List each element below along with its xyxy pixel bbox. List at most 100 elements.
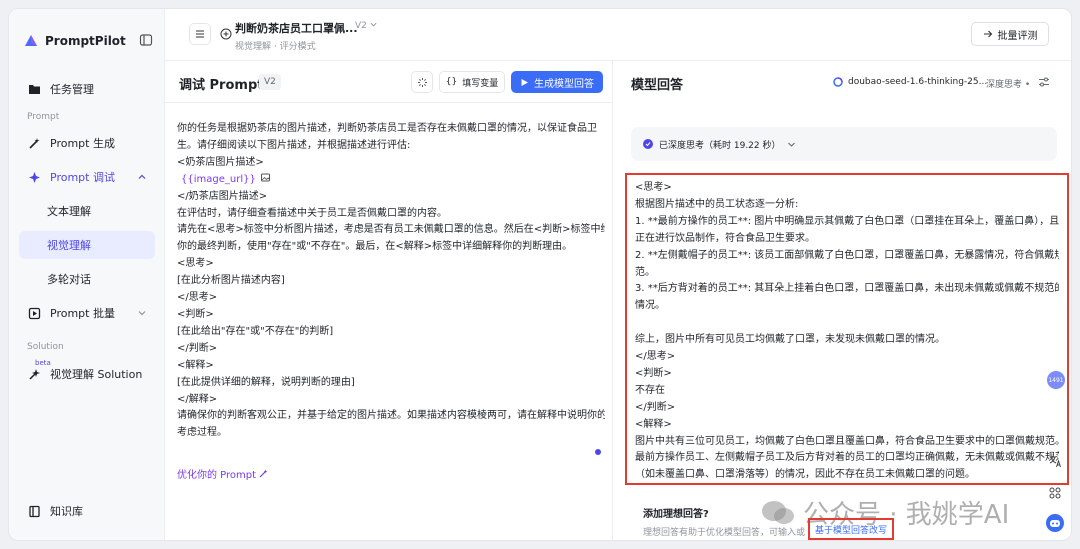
- batch-evaluate-label: 批量评测: [997, 30, 1038, 42]
- version-label: V2: [355, 21, 367, 31]
- answer-line: 3. **后方背对着的员工**: 其耳朵上挂着白色口罩，口罩覆盖口鼻，未出现未佩…: [635, 283, 1059, 295]
- prompt-line: <思考>: [177, 258, 214, 270]
- sidebar-item-text-understanding[interactable]: 文本理解: [19, 197, 155, 225]
- top-bar: 判断奶茶店员工口罩佩... V2 视觉理解 · 评分模式 批量评测: [165, 9, 1071, 61]
- add-button[interactable]: [215, 23, 237, 45]
- translate-icon[interactable]: [1047, 453, 1063, 469]
- answer-line: 图片中共有三位可见员工，均佩戴了白色口罩且覆盖口鼻，符合食品卫生要求中的口罩佩戴…: [635, 435, 1059, 447]
- menu-icon: [196, 30, 204, 38]
- prompt-line: [在此给出"存在"或"不存在"的判断]: [177, 325, 334, 337]
- fill-variables-label: 填写变量: [462, 78, 499, 89]
- model-answer-panel: 模型回答 doubao-seed-1.6-thinking-25... 深度思考…: [613, 61, 1071, 540]
- prompt-line: <奶茶店图片描述>: [177, 156, 264, 168]
- solution-icon: [27, 367, 41, 381]
- folder-icon: [27, 82, 41, 96]
- sidebar-item-multi-turn[interactable]: 多轮对话: [19, 265, 155, 293]
- sliders-icon[interactable]: [1038, 76, 1050, 88]
- promptpilot-logo-icon: [25, 35, 37, 46]
- chevron-down-icon: [370, 22, 377, 27]
- sidebar-item-visual-understanding[interactable]: 视觉理解: [19, 231, 155, 259]
- prompt-line: 在评估时，请仔细查看描述中关于员工是否佩戴口罩的内容。: [177, 207, 447, 219]
- logo[interactable]: PromptPilot: [23, 31, 153, 51]
- deep-think-toggle[interactable]: 深度思考 •: [986, 77, 1030, 90]
- optimize-button[interactable]: [411, 71, 433, 93]
- sidebar-item-label: 视觉理解: [47, 239, 91, 252]
- model-icon: [833, 77, 843, 87]
- model-name: doubao-seed-1.6-thinking-25...: [848, 77, 988, 87]
- ideal-answer-description: 理想回答有助于优化模型回答，可输入或: [643, 528, 806, 538]
- sidebar-item-knowledge-base[interactable]: 知识库: [19, 497, 155, 525]
- model-selector[interactable]: doubao-seed-1.6-thinking-25...: [833, 77, 987, 87]
- answer-line: </判断>: [635, 401, 676, 413]
- breadcrumb: 视觉理解 · 评分模式: [235, 42, 316, 52]
- answer-line: 正在进行饮品制作，符合食品卫生要求。: [635, 232, 815, 244]
- sidebar-item-label: Prompt 生成: [50, 137, 115, 150]
- section-label-solution: Solution: [27, 342, 64, 352]
- optimize-prompt-link[interactable]: 优化你的 Prompt: [177, 466, 268, 481]
- wechat-logo-icon: [762, 500, 794, 524]
- prompt-line: 请确保你的判断客观公正，并基于给定的图片描述。如果描述内容模棱两可，请在解释中说…: [177, 410, 605, 422]
- sparkle-icon: [417, 77, 427, 87]
- answer-panel-title: 模型回答: [631, 78, 684, 93]
- prompt-line: 你的任务是根据奶茶店的图片描述，判断奶茶店员工是否存在未佩戴口罩的情况，以保证食…: [177, 123, 597, 134]
- sidebar-item-label: Prompt 批量: [50, 307, 115, 320]
- prompt-line: 请先在<思考>标签中分析图片描述，考虑是否有员工未佩戴口罩的信息。然后在<判断>…: [177, 224, 605, 236]
- chevron-down-icon: [787, 142, 795, 147]
- thinking-status-panel[interactable]: 已深度思考（耗时 19.22 秒）: [631, 127, 1057, 161]
- prompt-line: 考虑过程。: [177, 427, 227, 439]
- batch-evaluate-button[interactable]: 批量评测: [971, 22, 1049, 46]
- check-icon: [643, 139, 653, 149]
- rewrite-from-answer-link[interactable]: 基于模型回答改写: [808, 518, 894, 540]
- debug-icon: [27, 170, 41, 184]
- sidebar-item-label: 文本理解: [47, 205, 91, 218]
- prompt-line: <判断>: [177, 308, 214, 320]
- answer-line: <解释>: [635, 418, 672, 430]
- thinking-status-label: 已深度思考（耗时 19.22 秒）: [659, 140, 781, 151]
- assistant-icon[interactable]: [1045, 513, 1065, 533]
- answer-line: 综上，图片中所有可见员工均佩戴了口罩，未发现未佩戴口罩的情况。: [635, 334, 945, 346]
- sidebar-item-prompt-debug[interactable]: Prompt 调试: [19, 163, 155, 191]
- sidebar-item-label: 多轮对话: [47, 273, 91, 286]
- answer-line: 最前方操作员工、左侧戴帽子员工及后方背对着的员工的口罩均正确佩戴，无未佩戴或佩戴…: [635, 452, 1059, 464]
- app-window: PromptPilot 任务管理 Prompt Prompt 生成 Prompt…: [8, 8, 1072, 541]
- prompt-line: </奶茶店图片描述>: [177, 190, 268, 202]
- prompt-line: <解释>: [177, 359, 214, 371]
- ideal-answer-title: 添加理想回答?: [643, 509, 709, 520]
- menu-button[interactable]: [189, 23, 211, 45]
- app-name: PromptPilot: [45, 34, 126, 48]
- chevron-down-icon: [138, 311, 146, 316]
- generate-answer-button[interactable]: 生成模型回答: [511, 71, 603, 93]
- sidebar-item-visual-solution[interactable]: 视觉理解 Solution: [19, 360, 155, 388]
- sidebar-item-prompt-batch[interactable]: Prompt 批量: [19, 299, 155, 327]
- version-dropdown[interactable]: V2: [355, 21, 377, 31]
- answer-line: 情况。: [635, 300, 665, 312]
- answer-line: <思考>: [635, 182, 672, 193]
- image-url-variable-tag[interactable]: {{image_url}}: [177, 174, 256, 185]
- prompt-line: </思考>: [177, 292, 218, 304]
- floating-badge[interactable]: 1491: [1047, 371, 1065, 389]
- answer-line: 范。: [635, 266, 655, 278]
- sidebar-collapse-icon[interactable]: [139, 33, 153, 47]
- cursor-dot: [595, 449, 601, 455]
- chevron-up-icon: [138, 174, 146, 179]
- prompt-line: </判断>: [177, 342, 218, 354]
- sidebar-item-task-management[interactable]: 任务管理: [19, 75, 155, 103]
- section-label-prompt: Prompt: [27, 112, 60, 122]
- answer-line: 不存在: [635, 384, 665, 396]
- play-icon: [521, 78, 528, 86]
- prompt-panel-header: 调试 Prompt V2 {} 填写变量 生成模型回答: [165, 61, 612, 103]
- apps-icon[interactable]: [1047, 485, 1063, 501]
- sidebar-item-label: Prompt 调试: [50, 171, 115, 184]
- batch-icon: [27, 306, 41, 320]
- page-title[interactable]: 判断奶茶店员工口罩佩...: [235, 20, 358, 36]
- sidebar-item-label: 视觉理解 Solution: [50, 368, 143, 381]
- fill-variables-button[interactable]: {} 填写变量: [439, 71, 505, 93]
- prompt-variable-line: {{image_url}}: [177, 172, 605, 189]
- magic-wand-icon: [259, 469, 268, 478]
- answer-line: </思考>: [635, 351, 676, 363]
- prompt-line: 你的最终判断，使用"存在"或"不存在"。最后，在<解释>标签中详细解释你的判断理…: [177, 241, 573, 253]
- sidebar-item-prompt-generate[interactable]: Prompt 生成: [19, 129, 155, 157]
- answer-line: [635, 315, 1059, 332]
- prompt-editor[interactable]: 你的任务是根据奶茶店的图片描述，判断奶茶店员工是否存在未佩戴口罩的情况，以保证食…: [177, 121, 605, 442]
- arrow-right-icon: [983, 30, 992, 38]
